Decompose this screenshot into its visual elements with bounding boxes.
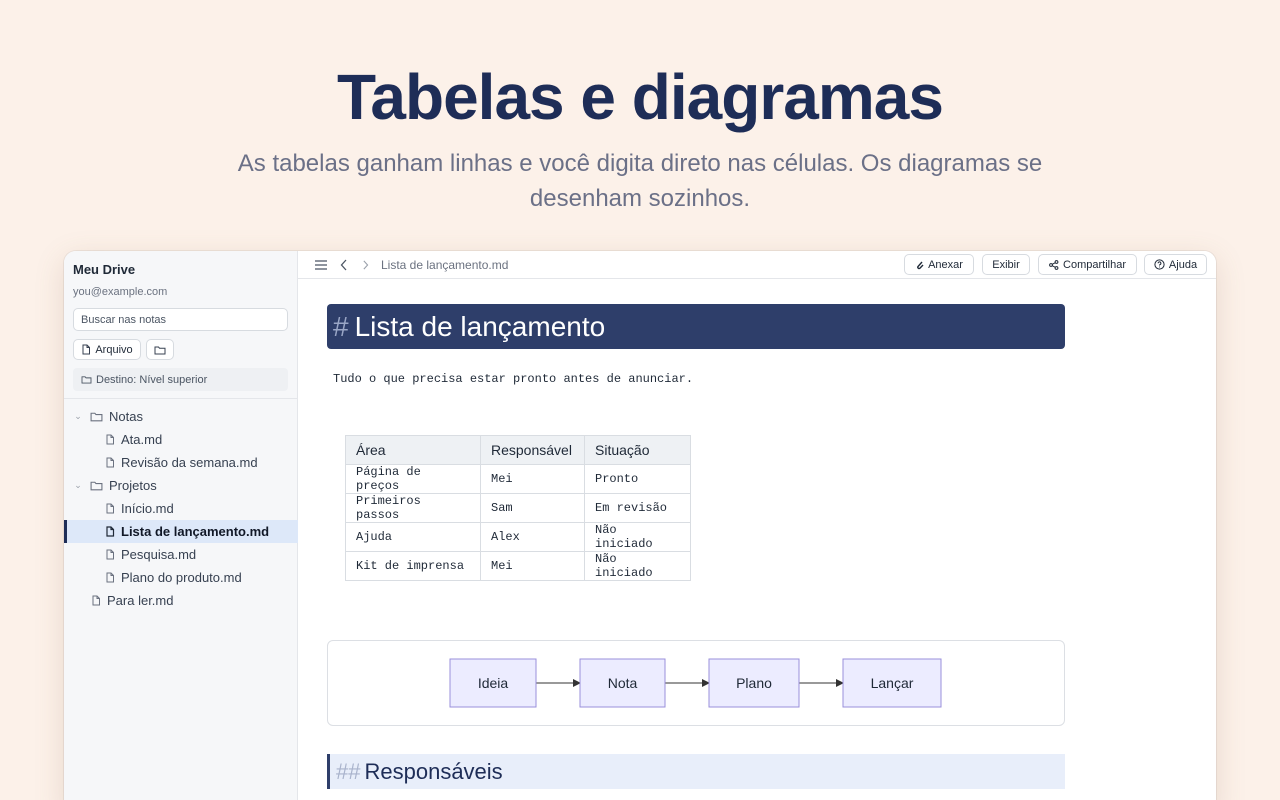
folder-icon <box>81 376 92 384</box>
file-icon <box>106 457 114 468</box>
chevron-down-icon: ⌄ <box>74 411 82 421</box>
table-cell[interactable]: Mei <box>480 464 585 494</box>
tree-file-label: Para ler.md <box>107 593 174 608</box>
tree-file-para-ler[interactable]: Para ler.md <box>64 589 298 612</box>
table-cell[interactable]: Kit de imprensa <box>345 551 481 581</box>
share-button[interactable]: Compartilhar <box>1038 254 1137 275</box>
file-icon <box>82 344 91 355</box>
chevron-right-icon[interactable] <box>362 260 369 270</box>
tree-folder-notas[interactable]: ⌄ Notas <box>64 405 298 428</box>
tree-file-label: Plano do produto.md <box>121 570 242 585</box>
tree-folder-projetos[interactable]: ⌄ Projetos <box>64 474 298 497</box>
attach-label: Anexar <box>928 258 963 271</box>
heading-marker: ## <box>336 758 361 784</box>
tree-folder-label: Projetos <box>109 478 157 493</box>
search-input[interactable] <box>73 308 288 331</box>
share-label: Compartilhar <box>1063 258 1126 271</box>
tree-file-label: Pesquisa.md <box>121 547 197 562</box>
share-icon <box>1049 259 1059 270</box>
help-label: Ajuda <box>1168 258 1198 271</box>
file-icon <box>106 434 114 445</box>
app-window: Meu Drive you@example.com Arquivo Destin… <box>64 251 1216 800</box>
tree-file-plano[interactable]: Plano do produto.md <box>64 566 298 589</box>
file-icon <box>106 549 114 560</box>
file-tree: ⌄ Notas Ata.md Revisão da semana.md ⌄ Pr… <box>64 405 298 612</box>
destination-indicator: Destino: Nível superior <box>73 368 288 391</box>
sidebar-divider <box>64 398 298 399</box>
tree-file-ata[interactable]: Ata.md <box>64 428 298 451</box>
help-icon <box>1154 259 1165 270</box>
attach-button[interactable]: Anexar <box>904 254 974 275</box>
table-cell[interactable]: Pronto <box>584 464 691 494</box>
tree-file-label: Ata.md <box>121 432 163 447</box>
table-cell[interactable]: Mei <box>480 551 585 581</box>
sidebar: Meu Drive you@example.com Arquivo Destin… <box>64 251 298 800</box>
diagram-canvas: Ideia Nota Plano Lançar <box>449 658 942 708</box>
diagram-node-label: Ideia <box>478 675 509 691</box>
table-cell[interactable]: Não iniciado <box>584 522 691 552</box>
document-paragraph[interactable]: Tudo o que precisa estar pronto antes de… <box>333 372 693 386</box>
section-heading[interactable]: ## Responsáveis <box>327 754 1065 789</box>
table-row: Página de preços Mei Pronto <box>345 464 691 494</box>
table-header-cell[interactable]: Situação <box>584 435 691 465</box>
new-file-label: Arquivo <box>95 343 133 356</box>
diagram-node-label: Lançar <box>871 675 914 691</box>
table-cell[interactable]: Primeiros passos <box>345 493 481 523</box>
file-icon <box>106 503 114 514</box>
document-heading[interactable]: # Lista de lançamento <box>327 304 1065 349</box>
chevron-left-icon[interactable] <box>340 259 348 271</box>
view-button[interactable]: Exibir <box>982 254 1030 275</box>
help-button[interactable]: Ajuda <box>1144 254 1207 275</box>
file-icon <box>92 595 100 606</box>
editor-main: Lista de lançamento.md Anexar Exibir Com… <box>298 251 1216 800</box>
tree-folder-label: Notas <box>109 409 143 424</box>
heading-text: Lista de lançamento <box>354 310 606 342</box>
table-cell[interactable]: Não iniciado <box>584 551 691 581</box>
table-cell[interactable]: Em revisão <box>584 493 691 523</box>
view-label: Exibir <box>992 258 1020 271</box>
table-row: Kit de imprensa Mei Não iniciado <box>345 551 691 581</box>
document-table: Área Responsável Situação Página de preç… <box>345 435 691 581</box>
tree-file-pesquisa[interactable]: Pesquisa.md <box>64 543 298 566</box>
tree-file-label: Revisão da semana.md <box>121 455 258 470</box>
table-cell[interactable]: Ajuda <box>345 522 481 552</box>
breadcrumb: Lista de lançamento.md <box>381 258 509 272</box>
hero-title: Tabelas e diagramas <box>337 61 944 133</box>
file-icon <box>106 526 115 537</box>
table-cell[interactable]: Página de preços <box>345 464 481 494</box>
folder-icon <box>90 481 103 491</box>
menu-icon[interactable] <box>315 260 327 270</box>
hero-subtitle: As tabelas ganham linhas e você digita d… <box>237 150 1043 212</box>
table-cell[interactable]: Sam <box>480 493 585 523</box>
destination-label: Destino: Nível superior <box>96 373 208 386</box>
tree-file-label: Início.md <box>121 501 174 516</box>
paperclip-icon <box>917 261 924 269</box>
table-row: Primeiros passos Sam Em revisão <box>345 493 691 523</box>
table-header-cell[interactable]: Área <box>345 435 481 465</box>
tree-file-revisao[interactable]: Revisão da semana.md <box>64 451 298 474</box>
file-icon <box>106 572 114 583</box>
new-folder-button[interactable] <box>146 339 174 360</box>
tree-file-inicio[interactable]: Início.md <box>64 497 298 520</box>
tree-file-label: Lista de lançamento.md <box>121 524 270 539</box>
diagram-node-label: Plano <box>736 675 772 691</box>
drive-title: Meu Drive <box>73 262 136 277</box>
table-row: Ajuda Alex Não iniciado <box>345 522 691 552</box>
flow-diagram[interactable]: Ideia Nota Plano Lançar <box>327 640 1065 726</box>
chevron-down-icon: ⌄ <box>74 480 82 490</box>
section-heading-text: Responsáveis <box>364 758 503 784</box>
folder-icon <box>90 412 103 422</box>
folder-icon <box>154 346 166 354</box>
heading-marker: # <box>333 310 349 342</box>
new-file-button[interactable]: Arquivo <box>73 339 141 360</box>
diagram-node-label: Nota <box>608 675 638 691</box>
editor-toolbar: Lista de lançamento.md Anexar Exibir Com… <box>298 251 1216 279</box>
user-email: you@example.com <box>73 286 168 298</box>
table-cell[interactable]: Alex <box>480 522 585 552</box>
table-header-row: Área Responsável Situação <box>345 435 691 465</box>
table-header-cell[interactable]: Responsável <box>480 435 585 465</box>
tree-file-lista-lancamento[interactable]: Lista de lançamento.md <box>64 520 298 543</box>
